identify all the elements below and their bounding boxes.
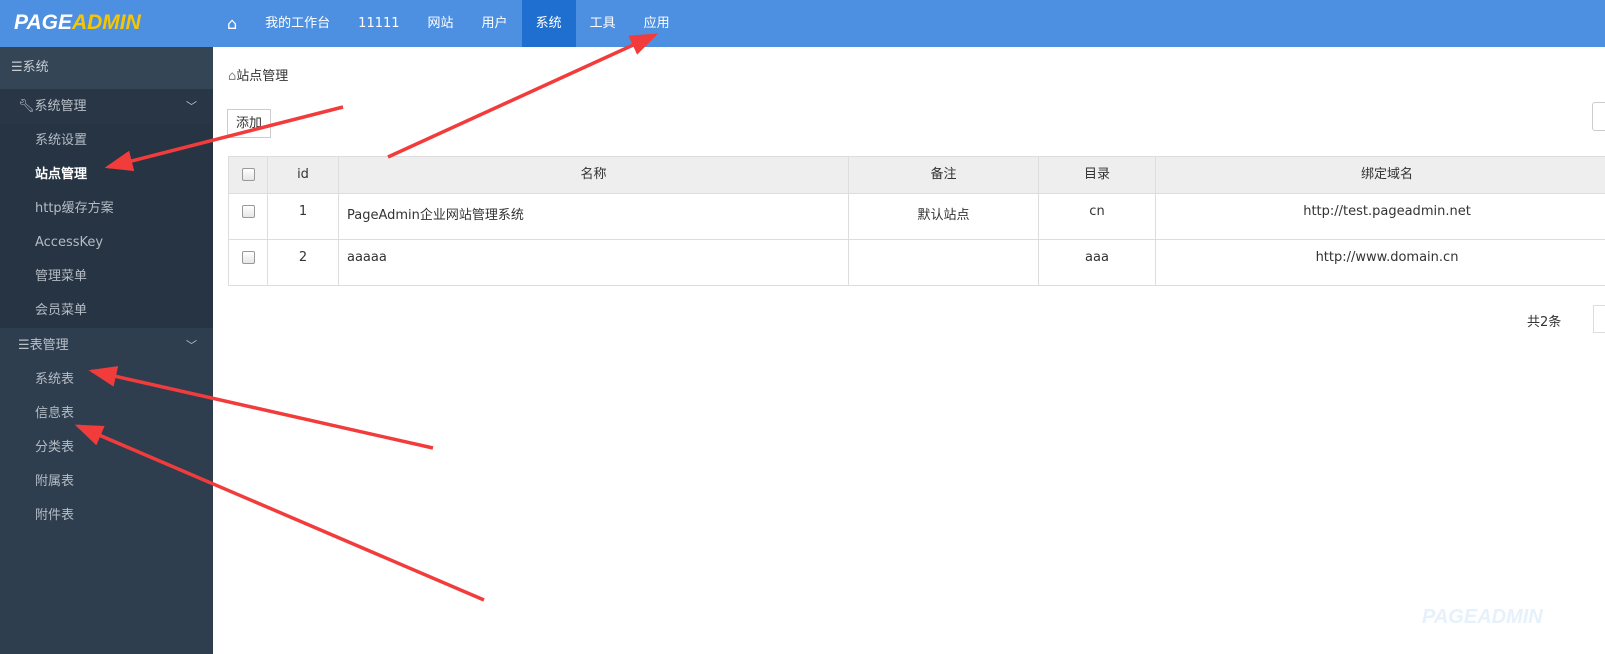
cell-note: 默认站点 (848, 193, 1039, 240)
chevron-down-icon: ﹀ (186, 100, 197, 113)
nav-apps[interactable]: 应用 (630, 0, 684, 47)
nav-11111[interactable]: 11111 (344, 0, 413, 47)
table-row: 2 aaaaa aaa http://www.domain.cn (228, 239, 1605, 286)
table-header: id 名称 备注 目录 绑定域名 (228, 156, 1605, 194)
breadcrumb: ⌂站点管理 (228, 69, 289, 84)
top-bar: PAGEADMIN ⌂ 我的工作台 11111 网站 用户 系统 工具 应用 (0, 0, 1605, 47)
arrow-to-apps (387, 33, 659, 159)
annotation-arrows (74, 33, 659, 602)
cell-id: 1 (267, 193, 339, 240)
nav-users[interactable]: 用户 (468, 0, 522, 47)
cell-domain: http://www.domain.cn (1155, 239, 1605, 286)
cell-domain: http://test.pageadmin.net (1155, 193, 1605, 240)
wrench-icon: 🔧︎ (18, 99, 35, 114)
nav-workbench[interactable]: 我的工作台 (251, 0, 344, 47)
cell-dir: cn (1038, 193, 1156, 240)
sidebar-item-attachment-table[interactable]: 附件表 (0, 499, 213, 533)
cell-name[interactable]: aaaaa (338, 239, 849, 286)
sidebar-item-sub-table[interactable]: 附属表 (0, 465, 213, 499)
cell-note (848, 239, 1039, 286)
col-dir: 目录 (1038, 156, 1156, 194)
home-icon[interactable]: ⌂ (213, 0, 251, 47)
sidebar-item-accesskey[interactable]: AccessKey (0, 226, 213, 260)
cell-name[interactable]: PageAdmin企业网站管理系统 (338, 193, 849, 240)
watermark-logo: PAGEADMIN (1422, 606, 1543, 628)
row-checkbox[interactable] (241, 205, 255, 218)
col-name: 名称 (338, 156, 849, 194)
menu-icon: ☰ (11, 60, 23, 75)
col-id: id (267, 156, 339, 194)
logo[interactable]: PAGEADMIN (14, 11, 141, 35)
sidebar: ☰系统 🔧︎系统管理 ﹀ 系统设置 站点管理 http缓存方案 AccessKey… (0, 47, 213, 654)
sidebar-item-system-settings[interactable]: 系统设置 (0, 124, 213, 158)
cell-dir: aaa (1038, 239, 1156, 286)
sidebar-item-http-cache[interactable]: http缓存方案 (0, 192, 213, 226)
sidebar-item-category-table[interactable]: 分类表 (0, 431, 213, 465)
nav-system[interactable]: 系统 (521, 0, 576, 47)
table-row: 1 PageAdmin企业网站管理系统 默认站点 cn http://test.… (228, 193, 1605, 240)
page-size-select[interactable] (1593, 305, 1605, 333)
database-icon: ☰ (18, 338, 30, 353)
row-checkbox[interactable] (241, 251, 255, 264)
group-table-management[interactable]: ☰表管理 ﹀ (0, 328, 213, 363)
group-table-items: 系统表 信息表 分类表 附属表 附件表 (0, 363, 213, 533)
sidebar-item-info-table[interactable]: 信息表 (0, 397, 213, 431)
nav-website[interactable]: 网站 (414, 0, 468, 47)
add-button[interactable]: 添加 (227, 109, 271, 138)
cell-id: 2 (267, 239, 339, 286)
group-system-items: 系统设置 站点管理 http缓存方案 AccessKey 管理菜单 会员菜单 (0, 124, 213, 328)
col-domain: 绑定域名 (1155, 156, 1605, 194)
select-all-checkbox[interactable] (241, 168, 255, 181)
site-table: id 名称 备注 目录 绑定域名 1 PageAdmin企业网站管理系统 默认站… (228, 156, 1605, 286)
total-count: 共2条 (1527, 315, 1562, 330)
chevron-down-icon: ﹀ (186, 339, 197, 352)
top-nav: ⌂ 我的工作台 11111 网站 用户 系统 工具 应用 (213, 0, 684, 47)
sidebar-item-member-menu[interactable]: 会员菜单 (0, 294, 213, 328)
sidebar-item-site-management[interactable]: 站点管理 (0, 158, 213, 192)
col-note: 备注 (848, 156, 1039, 194)
sidebar-item-system-table[interactable]: 系统表 (0, 363, 213, 397)
right-tool-button[interactable] (1592, 102, 1605, 131)
sidebar-header: ☰系统 (0, 47, 213, 89)
nav-tools[interactable]: 工具 (576, 0, 630, 47)
sidebar-item-admin-menu[interactable]: 管理菜单 (0, 260, 213, 294)
group-system-management[interactable]: 🔧︎系统管理 ﹀ (0, 89, 213, 124)
